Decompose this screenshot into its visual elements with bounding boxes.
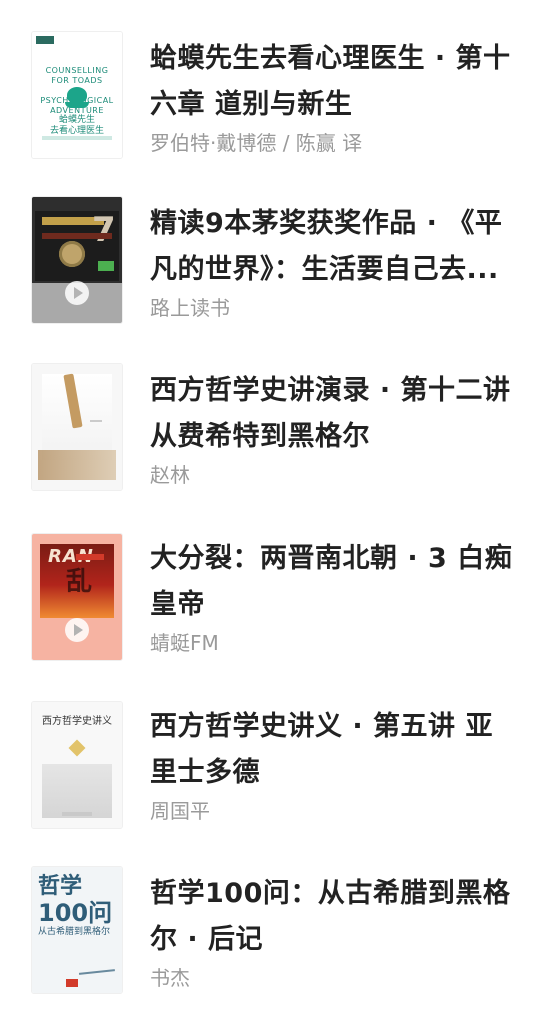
cover-footer-bar [42, 136, 112, 140]
publisher-mark [62, 812, 92, 816]
play-icon[interactable] [65, 281, 89, 305]
book-cover[interactable]: 7 [32, 197, 122, 323]
item-author: 罗伯特·戴博德 / 陈赢 译 [150, 131, 363, 155]
poster-kanji: 乱 [66, 567, 93, 597]
cover-title: 西方哲学史讲义 [42, 716, 112, 727]
book-cover[interactable]: 哲学 100问 从古希腊到黑格尔 [32, 867, 122, 993]
frog-legs [65, 102, 89, 108]
item-title[interactable]: 蛤蟆先生去看心理医生 · 第十六章 道别与新生 [150, 36, 515, 128]
star-icon [68, 739, 86, 757]
book-cover[interactable] [32, 364, 122, 490]
cover-redbar [42, 233, 112, 239]
list-item[interactable]: 西方哲学史讲义 西方哲学史讲义 · 第五讲 亚里士多德 周国平 [0, 688, 544, 848]
frog-illustration [67, 87, 87, 103]
item-title[interactable]: 西方哲学史讲义 · 第五讲 亚里士多德 [150, 704, 515, 796]
cover-title: 蛤蟆先生 去看心理医生 [49, 115, 104, 136]
list-item[interactable]: RAN 乱 大分裂：两晋南北朝 · 3 白痴皇帝 蜻蜓FM [0, 520, 544, 680]
book-cover[interactable]: COUNSELLING FOR TOADSA PSYCHOLOGICAL ADV… [32, 32, 122, 158]
book-cover[interactable]: 西方哲学史讲义 [32, 702, 122, 828]
list-item[interactable]: 7 精读9本茅奖获奖作品 · 《平凡的世界》：生活要自己去... 路上读书 [0, 185, 544, 345]
cover-art: COUNSELLING FOR TOADSA PSYCHOLOGICAL ADV… [32, 32, 122, 158]
item-author: 路上读书 [150, 296, 230, 320]
book-list: COUNSELLING FOR TOADSA PSYCHOLOGICAL ADV… [0, 0, 544, 1000]
cover-image [42, 764, 112, 818]
cover-subtitle: 从古希腊到黑格尔 [38, 927, 111, 937]
list-item[interactable]: 西方哲学史讲演录 · 第十二讲 从费希特到黑格尔 赵林 [0, 352, 544, 512]
item-title[interactable]: 精读9本茅奖获奖作品 · 《平凡的世界》：生活要自己去... [150, 201, 515, 293]
cover-number: 7 [92, 210, 116, 250]
cover-title-line2: 100问 [38, 899, 113, 927]
book-cover[interactable]: RAN 乱 [32, 534, 122, 660]
signature-mark [77, 951, 115, 975]
list-item[interactable]: COUNSELLING FOR TOADSA PSYCHOLOGICAL ADV… [0, 20, 544, 180]
cover-art [32, 364, 122, 490]
item-author: 书杰 [150, 966, 190, 990]
poster-tag [76, 554, 104, 560]
medal-icon [59, 241, 85, 267]
cover-art: 西方哲学史讲义 [32, 702, 122, 828]
red-seal [66, 979, 78, 987]
cover-bottom-art [38, 450, 116, 480]
play-icon[interactable] [65, 618, 89, 642]
item-author: 赵林 [150, 463, 190, 487]
item-author: 周国平 [150, 799, 210, 823]
item-title[interactable]: 西方哲学史讲演录 · 第十二讲 从费希特到黑格尔 [150, 368, 515, 460]
cover-art: 哲学 100问 从古希腊到黑格尔 [32, 867, 122, 993]
item-title[interactable]: 大分裂：两晋南北朝 · 3 白痴皇帝 [150, 536, 515, 628]
cover-title-line1: 哲学 [38, 874, 83, 899]
list-item[interactable]: 哲学 100问 从古希腊到黑格尔 哲学100问：从古希腊到黑格尔 · 后记 书杰 [0, 855, 544, 1015]
publisher-logo [36, 36, 54, 44]
item-author: 蜻蜓FM [150, 631, 219, 655]
green-tag [98, 261, 114, 271]
item-title[interactable]: 哲学100问：从古希腊到黑格尔 · 后记 [150, 871, 515, 963]
